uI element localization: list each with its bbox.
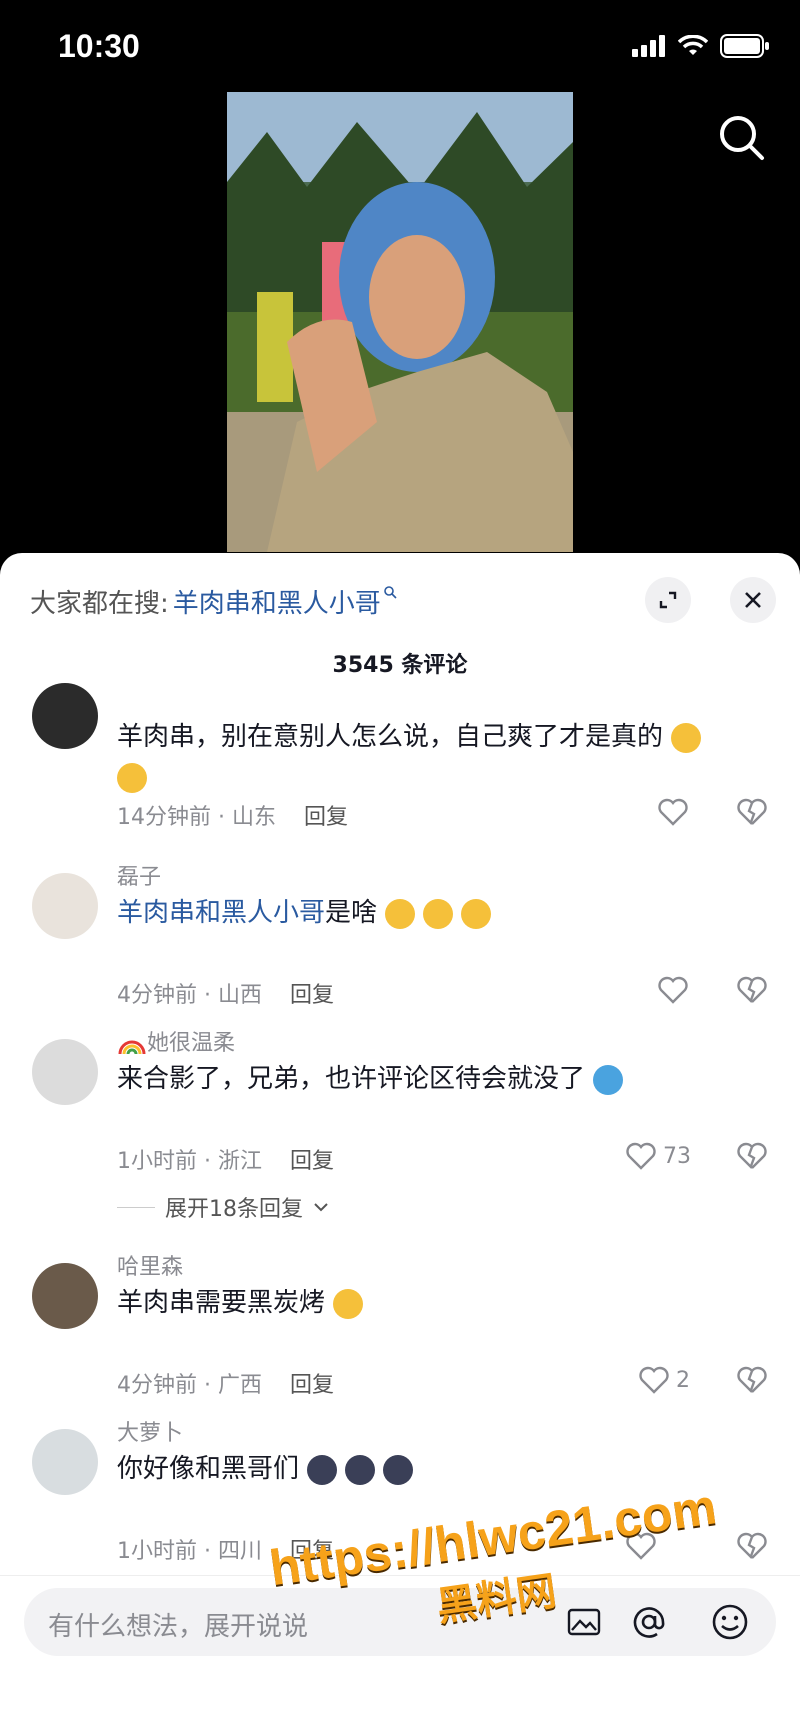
comment-input-placeholder: 有什么想法，展开说说 bbox=[48, 1612, 309, 1642]
like-button[interactable]: 2 bbox=[638, 1365, 690, 1395]
kite-emoji-icon bbox=[593, 1064, 624, 1095]
battery-icon bbox=[720, 34, 769, 58]
trending-keyword[interactable]: 羊肉串和黑人小哥 bbox=[173, 583, 381, 620]
close-icon bbox=[745, 592, 761, 608]
reply-button[interactable]: 回复 bbox=[290, 1373, 334, 1398]
expand-replies-label: 展开18条回复 bbox=[165, 1197, 303, 1222]
heart-icon bbox=[639, 1366, 669, 1394]
moon-emoji-icon bbox=[307, 1454, 338, 1485]
comment-meta: 4分钟前 · 广西 回复 bbox=[117, 1373, 334, 1398]
chevron-down-icon bbox=[314, 1203, 328, 1212]
divider bbox=[117, 1206, 155, 1208]
comment-username[interactable]: 磊子 bbox=[117, 859, 161, 891]
rainbow-icon bbox=[118, 1040, 146, 1055]
comment-text: 来合影了，兄弟，也许评论区待会就没了 bbox=[117, 1059, 624, 1099]
cellular-signal-icon bbox=[632, 35, 665, 57]
face-emoji-icon bbox=[423, 898, 454, 929]
close-button[interactable] bbox=[730, 577, 776, 623]
video-thumbnail bbox=[227, 92, 573, 552]
broken-heart-icon[interactable] bbox=[736, 1531, 768, 1561]
broken-heart-icon[interactable] bbox=[736, 1365, 768, 1395]
status-time: 10:30 bbox=[58, 28, 140, 64]
comment-username[interactable]: 大萝卜 bbox=[117, 1415, 183, 1447]
comment-text: 羊肉串和黑人小哥是啥 bbox=[117, 893, 492, 933]
comment-username[interactable]: 她很温柔 bbox=[117, 1025, 235, 1057]
comment-text: 羊肉串，别在意别人怎么说，自己爽了才是真的 bbox=[117, 717, 702, 797]
expand-replies-button[interactable]: 展开18条回复 bbox=[117, 1191, 329, 1223]
comment-meta: 14分钟前 · 山东 回复 bbox=[117, 805, 348, 830]
video-player[interactable] bbox=[227, 92, 573, 552]
like-button[interactable] bbox=[657, 797, 689, 827]
avatar[interactable] bbox=[32, 1263, 98, 1329]
keyword-link[interactable]: 羊肉串和黑人小哥 bbox=[117, 898, 325, 928]
broken-heart-icon[interactable] bbox=[736, 1141, 768, 1171]
moon-emoji-icon bbox=[383, 1454, 414, 1485]
comment-count: 3545 条评论 bbox=[332, 653, 468, 678]
like-count: 73 bbox=[663, 1143, 691, 1169]
emoji-icon[interactable] bbox=[710, 1602, 750, 1642]
reply-button[interactable]: 回复 bbox=[290, 1149, 334, 1174]
like-button[interactable]: 73 bbox=[625, 1141, 691, 1171]
laugh-cry-emoji-icon bbox=[333, 1288, 364, 1319]
like-count: 2 bbox=[676, 1367, 690, 1393]
expand-icon bbox=[659, 591, 677, 609]
status-icons bbox=[632, 34, 770, 58]
face-emoji-icon bbox=[461, 898, 492, 929]
heart-icon bbox=[658, 798, 688, 826]
expand-button[interactable] bbox=[645, 577, 691, 623]
search-icon[interactable] bbox=[712, 108, 772, 168]
wifi-icon bbox=[678, 35, 708, 55]
broken-heart-icon[interactable] bbox=[736, 797, 768, 827]
avatar[interactable] bbox=[32, 683, 98, 749]
reply-button[interactable]: 回复 bbox=[290, 983, 334, 1008]
avatar[interactable] bbox=[32, 873, 98, 939]
comment-username[interactable]: 哈里森 bbox=[117, 1249, 183, 1281]
face-emoji-icon bbox=[385, 898, 416, 929]
broken-heart-icon[interactable] bbox=[736, 975, 768, 1005]
comment-text: 羊肉串需要黑炭烤 bbox=[117, 1283, 364, 1323]
mention-icon[interactable] bbox=[629, 1602, 669, 1642]
keyword-search-icon bbox=[383, 585, 397, 599]
like-button[interactable] bbox=[657, 975, 689, 1005]
avatar[interactable] bbox=[32, 1039, 98, 1105]
status-bar: 10:30 bbox=[0, 0, 800, 96]
moon-emoji-icon bbox=[345, 1454, 376, 1485]
trending-prefix: 大家都在搜: bbox=[30, 589, 169, 619]
laugh-cry-emoji-icon bbox=[117, 762, 147, 793]
pray-emoji-icon bbox=[671, 722, 702, 753]
heart-icon bbox=[658, 976, 688, 1004]
comment-meta: 4分钟前 · 山西 回复 bbox=[117, 983, 334, 1008]
reply-button[interactable]: 回复 bbox=[304, 805, 348, 830]
comment-text: 你好像和黑哥们 bbox=[117, 1449, 414, 1489]
comment-meta: 1小时前 · 浙江 回复 bbox=[117, 1149, 334, 1174]
trending-search[interactable]: 大家都在搜: 羊肉串和黑人小哥 bbox=[30, 583, 397, 620]
avatar[interactable] bbox=[32, 1429, 98, 1495]
heart-icon bbox=[626, 1142, 656, 1170]
